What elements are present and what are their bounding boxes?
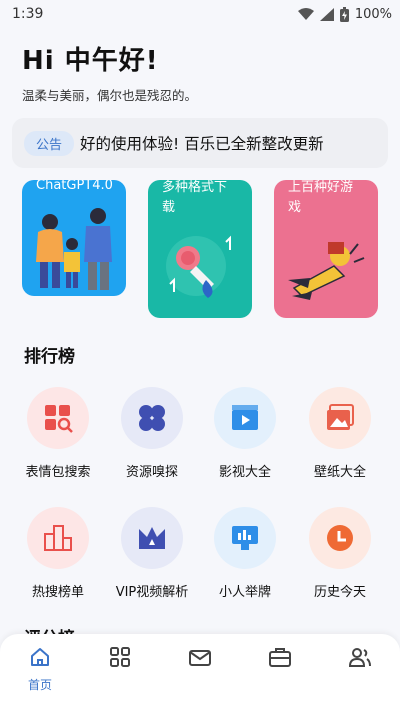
users-icon — [348, 648, 371, 667]
clock-icon — [309, 507, 371, 569]
grid-item-sign-board[interactable]: 小人举牌 — [200, 507, 290, 600]
notice-text: 好的使用体验! 百乐已全新整改更新 — [80, 135, 324, 153]
card-downloads[interactable]: 多种格式下载 — [148, 180, 252, 318]
card-chatgpt[interactable]: ChatGPT4.0 — [22, 180, 126, 296]
grid-label: 热搜榜单 — [31, 585, 84, 600]
home-icon — [31, 648, 49, 666]
video-icon — [214, 387, 276, 449]
image-icon — [309, 387, 371, 449]
battery-icon — [339, 6, 349, 22]
grid-item-history-today[interactable]: 历史今天 — [295, 507, 385, 600]
grid-label: 历史今天 — [313, 585, 366, 600]
grid-label: VIP视频解析 — [115, 585, 189, 600]
grid-item-meme-search[interactable]: 表情包搜索 — [13, 387, 103, 480]
nav-messages[interactable] — [170, 646, 230, 672]
nav-profile[interactable] — [330, 646, 390, 672]
grid-item-video[interactable]: 影视大全 — [200, 387, 290, 480]
nav-home-label: 首页 — [27, 678, 52, 692]
bottom-navigation: 首页 — [0, 634, 400, 710]
crown-icon — [121, 507, 183, 569]
sign-board-icon — [214, 507, 276, 569]
wifi-icon — [297, 8, 314, 20]
notice-badge: 公告 — [24, 130, 75, 156]
section-title-ranking: 排行榜 — [24, 347, 75, 367]
nav-home[interactable]: 首页 — [10, 646, 70, 693]
nav-apps[interactable] — [90, 646, 150, 672]
reading-person-illustration — [288, 242, 365, 300]
podium-icon — [27, 507, 89, 569]
grid-icon — [110, 647, 130, 667]
grid-item-resource-sniffer[interactable]: 资源嗅探 — [107, 387, 197, 480]
grid-item-vip-video[interactable]: VIP视频解析 — [107, 507, 197, 600]
microphone-illustration — [166, 235, 231, 298]
battery-percent: 100% — [354, 6, 392, 22]
greeting-title: Hi 中午好! — [22, 46, 159, 76]
greeting-subtitle: 温柔与美丽，偶尔也是残忍的。 — [22, 88, 198, 103]
grid-label: 表情包搜索 — [25, 465, 91, 480]
status-bar: 1:39 100% — [0, 0, 400, 28]
grid-label: 资源嗅探 — [125, 465, 178, 480]
notice-bar[interactable]: 公告 好的使用体验! 百乐已全新整改更新 — [12, 118, 388, 168]
mail-icon — [189, 650, 211, 666]
family-illustration — [36, 208, 112, 290]
greeting: Hi 中午好! 温柔与美丽，偶尔也是残忍的。 — [22, 40, 197, 104]
grid-label: 小人举牌 — [218, 585, 271, 600]
grid-item-hot-search[interactable]: 热搜榜单 — [13, 507, 103, 600]
briefcase-icon — [269, 648, 291, 667]
signal-icon — [319, 7, 334, 21]
status-icons: 100% — [297, 6, 392, 22]
grid-label: 壁纸大全 — [313, 465, 366, 480]
status-time: 1:39 — [12, 6, 44, 22]
grid-label: 影视大全 — [218, 465, 271, 480]
feature-cards: ChatGPT4.0 多种格式下载 上百种好游 戏 — [0, 180, 400, 320]
clover-icon — [121, 387, 183, 449]
grid-item-wallpaper[interactable]: 壁纸大全 — [295, 387, 385, 480]
card-games[interactable]: 上百种好游戏 — [274, 180, 378, 318]
nav-toolbox[interactable] — [250, 646, 310, 672]
meme-search-icon — [27, 387, 89, 449]
